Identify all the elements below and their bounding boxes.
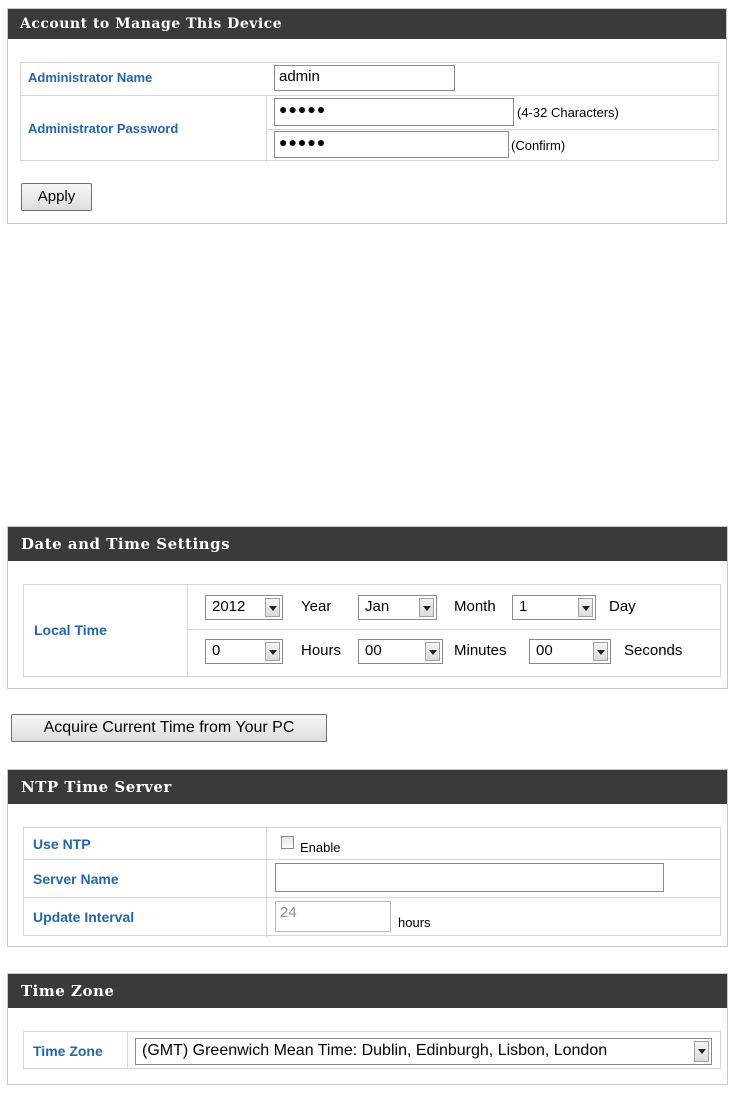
year-unit-label: Year	[301, 598, 332, 615]
ntp-panel-title: NTP Time Server	[8, 770, 727, 804]
month-unit-label: Month	[454, 598, 496, 615]
update-interval-divider	[266, 898, 267, 937]
seconds-select[interactable]: 00	[529, 639, 611, 664]
local-time-table: Local Time 2012 Year Jan Month 1 Day 0 H…	[23, 584, 721, 677]
year-select[interactable]: 2012	[205, 595, 283, 620]
update-interval-row: Update Interval 24 hours	[24, 898, 720, 937]
day-dropdown-arrow-icon[interactable]	[578, 598, 593, 617]
ntp-enable-label: Enable	[300, 840, 341, 855]
admin-name-row: Administrator Name admin	[21, 63, 718, 96]
ntp-table: Use NTP Enable Server Name Update Interv…	[23, 827, 721, 937]
ntp-panel: NTP Time Server Use NTP Enable Server Na…	[7, 769, 728, 947]
local-time-divider	[187, 585, 188, 676]
day-select[interactable]: 1	[512, 595, 596, 620]
timezone-select[interactable]: (GMT) Greenwich Mean Time: Dublin, Edinb…	[135, 1038, 712, 1065]
seconds-select-value: 00	[536, 642, 553, 659]
hours-select[interactable]: 0	[205, 639, 283, 664]
admin-name-label: Administrator Name	[28, 70, 153, 85]
hours-unit-label: Hours	[301, 642, 342, 659]
confirm-separator	[267, 129, 718, 130]
account-panel-title: Account to Manage This Device	[8, 9, 726, 39]
admin-password-confirm-input[interactable]: ●●●●●	[274, 131, 509, 158]
minutes-dropdown-arrow-icon[interactable]	[425, 642, 440, 661]
use-ntp-divider	[266, 828, 267, 859]
timezone-panel: Time Zone Time Zone (GMT) Greenwich Mean…	[7, 973, 728, 1085]
minutes-select[interactable]: 00	[358, 639, 443, 664]
acquire-time-button[interactable]: Acquire Current Time from Your PC	[11, 714, 327, 742]
password-confirm-hint: (Confirm)	[511, 138, 566, 153]
admin-password-row: Administrator Password ●●●●● (4-32 Chara…	[21, 96, 718, 162]
use-ntp-label: Use NTP	[33, 836, 91, 852]
year-select-value: 2012	[212, 598, 246, 615]
hours-select-value: 0	[212, 642, 221, 659]
month-dropdown-arrow-icon[interactable]	[419, 598, 434, 617]
minutes-unit-label: Minutes	[454, 642, 507, 659]
month-select[interactable]: Jan	[358, 595, 437, 620]
ntp-enable-checkbox[interactable]	[281, 836, 294, 849]
admin-password-label: Administrator Password	[28, 121, 179, 136]
server-name-row: Server Name	[24, 860, 720, 898]
datetime-panel: Date and Time Settings Local Time 2012 Y…	[7, 526, 728, 689]
password-length-hint: (4-32 Characters)	[517, 105, 619, 120]
server-name-input[interactable]	[275, 863, 664, 892]
account-panel: Account to Manage This Device Administra…	[7, 8, 727, 224]
timezone-divider	[127, 1032, 128, 1068]
admin-name-input[interactable]: admin	[274, 65, 455, 91]
update-interval-label: Update Interval	[33, 909, 135, 925]
timezone-dropdown-arrow-icon[interactable]	[694, 1041, 709, 1062]
update-interval-input[interactable]: 24	[275, 901, 391, 932]
month-select-value: Jan	[365, 598, 390, 615]
seconds-unit-label: Seconds	[624, 642, 683, 659]
timezone-panel-title: Time Zone	[8, 974, 727, 1008]
server-name-divider	[266, 860, 267, 897]
admin-password-input[interactable]: ●●●●●	[274, 98, 514, 126]
minutes-select-value: 00	[365, 642, 382, 659]
day-select-value: 1	[519, 598, 528, 615]
use-ntp-row: Use NTP Enable	[24, 828, 720, 860]
datetime-panel-title: Date and Time Settings	[8, 527, 727, 561]
account-table: Administrator Name admin Administrator P…	[20, 62, 719, 162]
timezone-table: Time Zone (GMT) Greenwich Mean Time: Dub…	[23, 1031, 721, 1069]
year-dropdown-arrow-icon[interactable]	[265, 598, 280, 617]
seconds-dropdown-arrow-icon[interactable]	[593, 642, 608, 661]
server-name-label: Server Name	[33, 871, 119, 887]
apply-button[interactable]: Apply	[21, 183, 92, 211]
day-unit-label: Day	[609, 598, 636, 615]
timezone-select-value: (GMT) Greenwich Mean Time: Dublin, Edinb…	[142, 1042, 608, 1059]
local-time-label: Local Time	[34, 622, 107, 638]
hours-dropdown-arrow-icon[interactable]	[265, 642, 280, 661]
timezone-label: Time Zone	[33, 1043, 103, 1059]
update-interval-unit: hours	[398, 915, 431, 930]
local-time-separator	[188, 629, 720, 630]
